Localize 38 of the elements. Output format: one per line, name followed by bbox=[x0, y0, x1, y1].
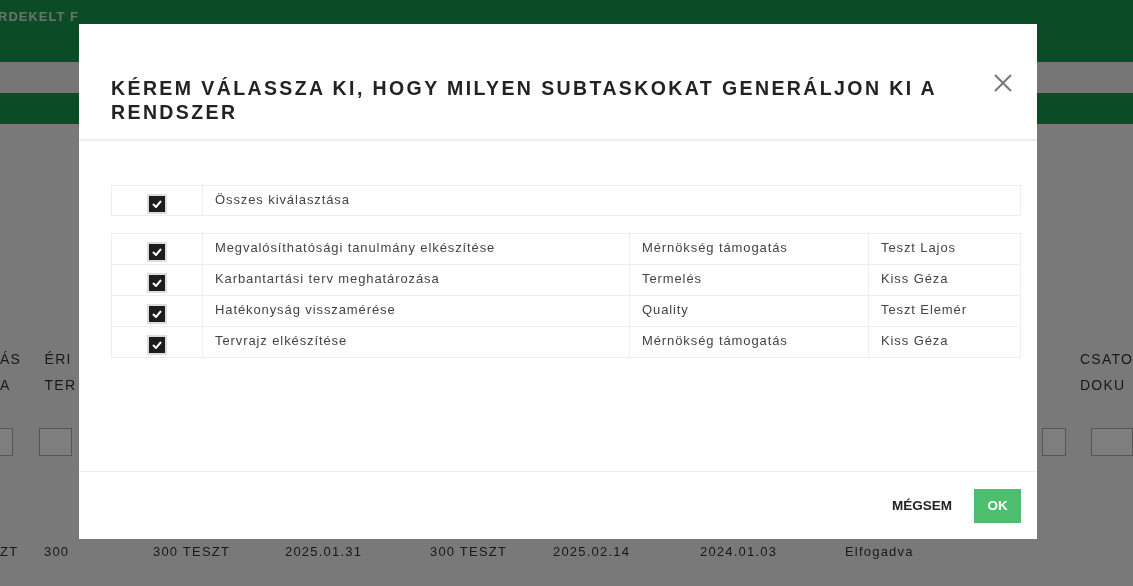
table-cell-text: 2025.01.31 bbox=[285, 544, 364, 559]
assignee: Kiss Géza bbox=[881, 333, 949, 348]
check-icon bbox=[152, 200, 162, 208]
table-cell-text: 2025.02.14 bbox=[553, 544, 632, 559]
filter-field[interactable] bbox=[1091, 428, 1133, 456]
department: Termelés bbox=[642, 271, 702, 286]
subtask-name: Hatékonyság visszamérése bbox=[215, 302, 396, 317]
checkbox[interactable] bbox=[147, 242, 167, 262]
table-cell-text: 300 TESZT bbox=[430, 544, 509, 559]
table-cell: Elfogadva bbox=[845, 544, 914, 559]
check-icon bbox=[152, 279, 162, 287]
select-all-label: Összes kiválasztása bbox=[215, 192, 350, 207]
checkbox[interactable] bbox=[147, 273, 167, 293]
checkbox[interactable] bbox=[147, 304, 167, 324]
department: Mérnökség támogatás bbox=[642, 333, 788, 348]
table-cell-text: 300 TESZT bbox=[153, 544, 232, 559]
subtask-name: Karbantartási terv meghatározása bbox=[215, 271, 440, 286]
table-cell-text: 300 bbox=[44, 544, 71, 559]
department: Quality bbox=[642, 302, 689, 317]
close-icon[interactable] bbox=[993, 73, 1013, 93]
check-icon bbox=[152, 310, 162, 318]
checkbox[interactable] bbox=[147, 194, 167, 214]
dialog-title: KÉREM VÁLASSZA KI, HOGY MILYEN SUBTASKOKAT GENERÁLJON KI A RENDSZER bbox=[111, 76, 938, 124]
assignee: Teszt Elemér bbox=[881, 302, 967, 317]
filter-field[interactable] bbox=[38, 428, 73, 456]
table-cell-text: 2024.01.03 bbox=[700, 544, 779, 559]
checkbox[interactable] bbox=[147, 335, 167, 355]
subtask-name: Megvalósíthatósági tanulmány elkészítése bbox=[215, 240, 496, 255]
assignee: Teszt Lajos bbox=[881, 240, 956, 255]
filter-field[interactable] bbox=[1042, 428, 1067, 456]
subtask-name: Tervrajz elkészítése bbox=[215, 333, 348, 348]
department: Mérnökség támogatás bbox=[642, 240, 788, 255]
cancel-button[interactable]: MÉGSEM bbox=[890, 488, 954, 523]
check-icon bbox=[152, 341, 162, 349]
ok-button[interactable]: OK bbox=[974, 488, 1021, 523]
assignee: Kiss Géza bbox=[881, 271, 949, 286]
table-cell-text: ZT bbox=[0, 544, 20, 559]
check-icon bbox=[152, 248, 162, 256]
